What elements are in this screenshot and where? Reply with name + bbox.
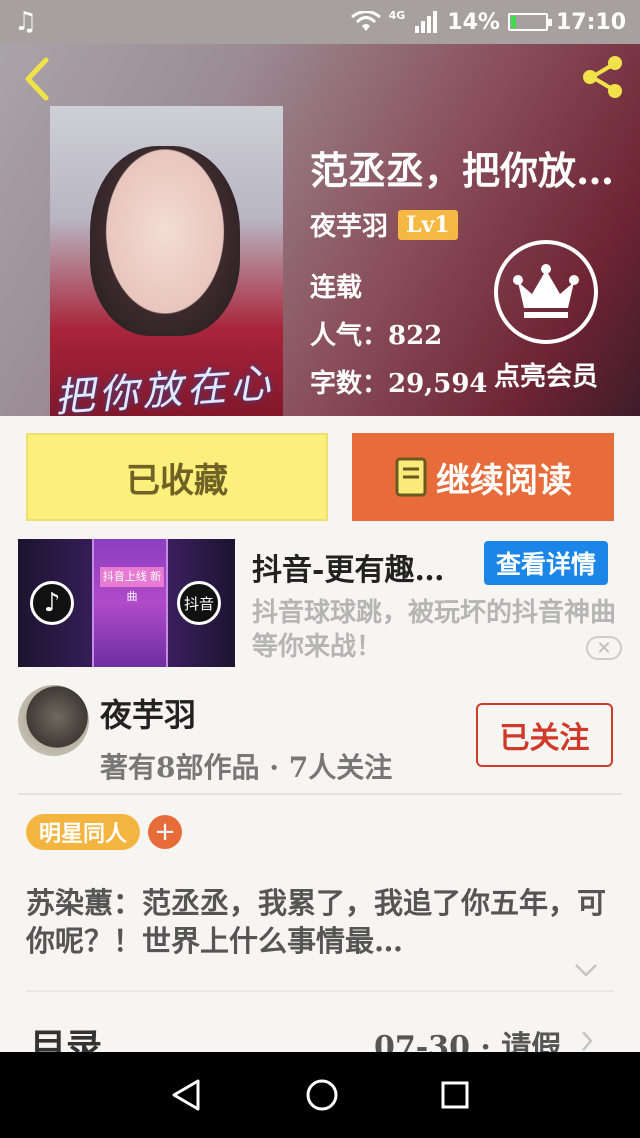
ad-phone-mock: 抖音上线 新曲 <box>92 539 168 667</box>
add-tag-button[interactable]: + <box>148 815 182 849</box>
share-icon[interactable] <box>578 52 628 102</box>
continue-reading-label: 继续阅读 <box>436 460 572 501</box>
cover-text: 把你放在心 <box>52 360 276 416</box>
cover-portrait <box>90 146 240 336</box>
nav-back-icon[interactable] <box>170 1078 204 1112</box>
wifi-icon <box>350 11 381 31</box>
battery-percent: 14% <box>447 9 500 35</box>
ad-description: 抖音球球跳，被玩坏的抖音神曲等你来战！ <box>252 598 617 662</box>
collected-button[interactable]: 已收藏 <box>26 433 328 521</box>
clock: 17:10 <box>555 9 626 35</box>
author-avatar[interactable] <box>18 685 89 756</box>
nav-recents-icon[interactable] <box>440 1080 470 1110</box>
book-icon <box>395 457 427 497</box>
book-header: 把你放在心 范丞丞，把你放… 夜芋羽 Lv1 连载 人气：822 字数：29,5… <box>0 44 640 416</box>
music-note-icon: ♫ <box>14 7 38 37</box>
author-name[interactable]: 夜芋羽 <box>100 690 196 736</box>
signal-icon <box>415 11 438 33</box>
book-author[interactable]: 夜芋羽 <box>310 206 388 243</box>
book-cover[interactable]: 把你放在心 <box>50 106 283 416</box>
ad-image[interactable]: ♪ 抖音上线 新曲 抖音 <box>18 539 235 667</box>
ad-detail-button[interactable]: 查看详情 <box>484 541 608 585</box>
battery-icon <box>507 13 552 31</box>
status-right: 4G 14% 17:10 <box>350 8 626 35</box>
tag-item[interactable]: 明星同人 <box>26 814 140 850</box>
vip-button[interactable]: 点亮会员 <box>486 240 606 393</box>
book-meta: 连载 人气：822 字数：29,594 <box>310 264 488 408</box>
follow-button[interactable]: 已关注 <box>476 703 613 767</box>
continue-reading-button[interactable]: 继续阅读 <box>352 433 614 521</box>
book-title: 范丞丞，把你放… <box>310 148 615 193</box>
book-popularity: 人气：822 <box>310 321 443 351</box>
book-word-count: 字数：29,594 <box>310 369 488 399</box>
ad-close-icon[interactable]: ✕ <box>586 636 622 660</box>
status-bar: ♫ 4G 14% 17:10 <box>0 0 640 44</box>
ad-image-right-label: 抖音 <box>177 581 221 625</box>
author-stats: 著有8部作品 · 7人关注 <box>100 751 393 784</box>
divider <box>18 793 622 795</box>
level-badge: Lv1 <box>398 209 458 240</box>
crown-circle <box>494 240 598 344</box>
vip-label: 点亮会员 <box>493 362 598 392</box>
ad-banner: 抖音上线 新曲 <box>100 567 164 603</box>
book-status: 连载 <box>310 273 363 303</box>
chevron-right-icon[interactable] <box>580 1030 594 1052</box>
divider <box>26 990 614 992</box>
system-nav-bar <box>0 1052 640 1138</box>
back-icon[interactable] <box>18 54 54 104</box>
chevron-down-icon[interactable] <box>574 962 598 978</box>
nav-home-icon[interactable] <box>305 1078 339 1112</box>
crown-icon <box>513 264 579 318</box>
ad-title[interactable]: 抖音-更有趣… <box>252 545 480 589</box>
tiktok-logo-icon: ♪ <box>30 581 74 625</box>
network-label: 4G <box>388 8 406 22</box>
author-row: 夜芋羽 Lv1 <box>310 206 458 243</box>
synopsis[interactable]: 苏染蕙：范丞丞，我累了，我追了你五年，可你呢？！世界上什么事情最… <box>26 884 616 960</box>
